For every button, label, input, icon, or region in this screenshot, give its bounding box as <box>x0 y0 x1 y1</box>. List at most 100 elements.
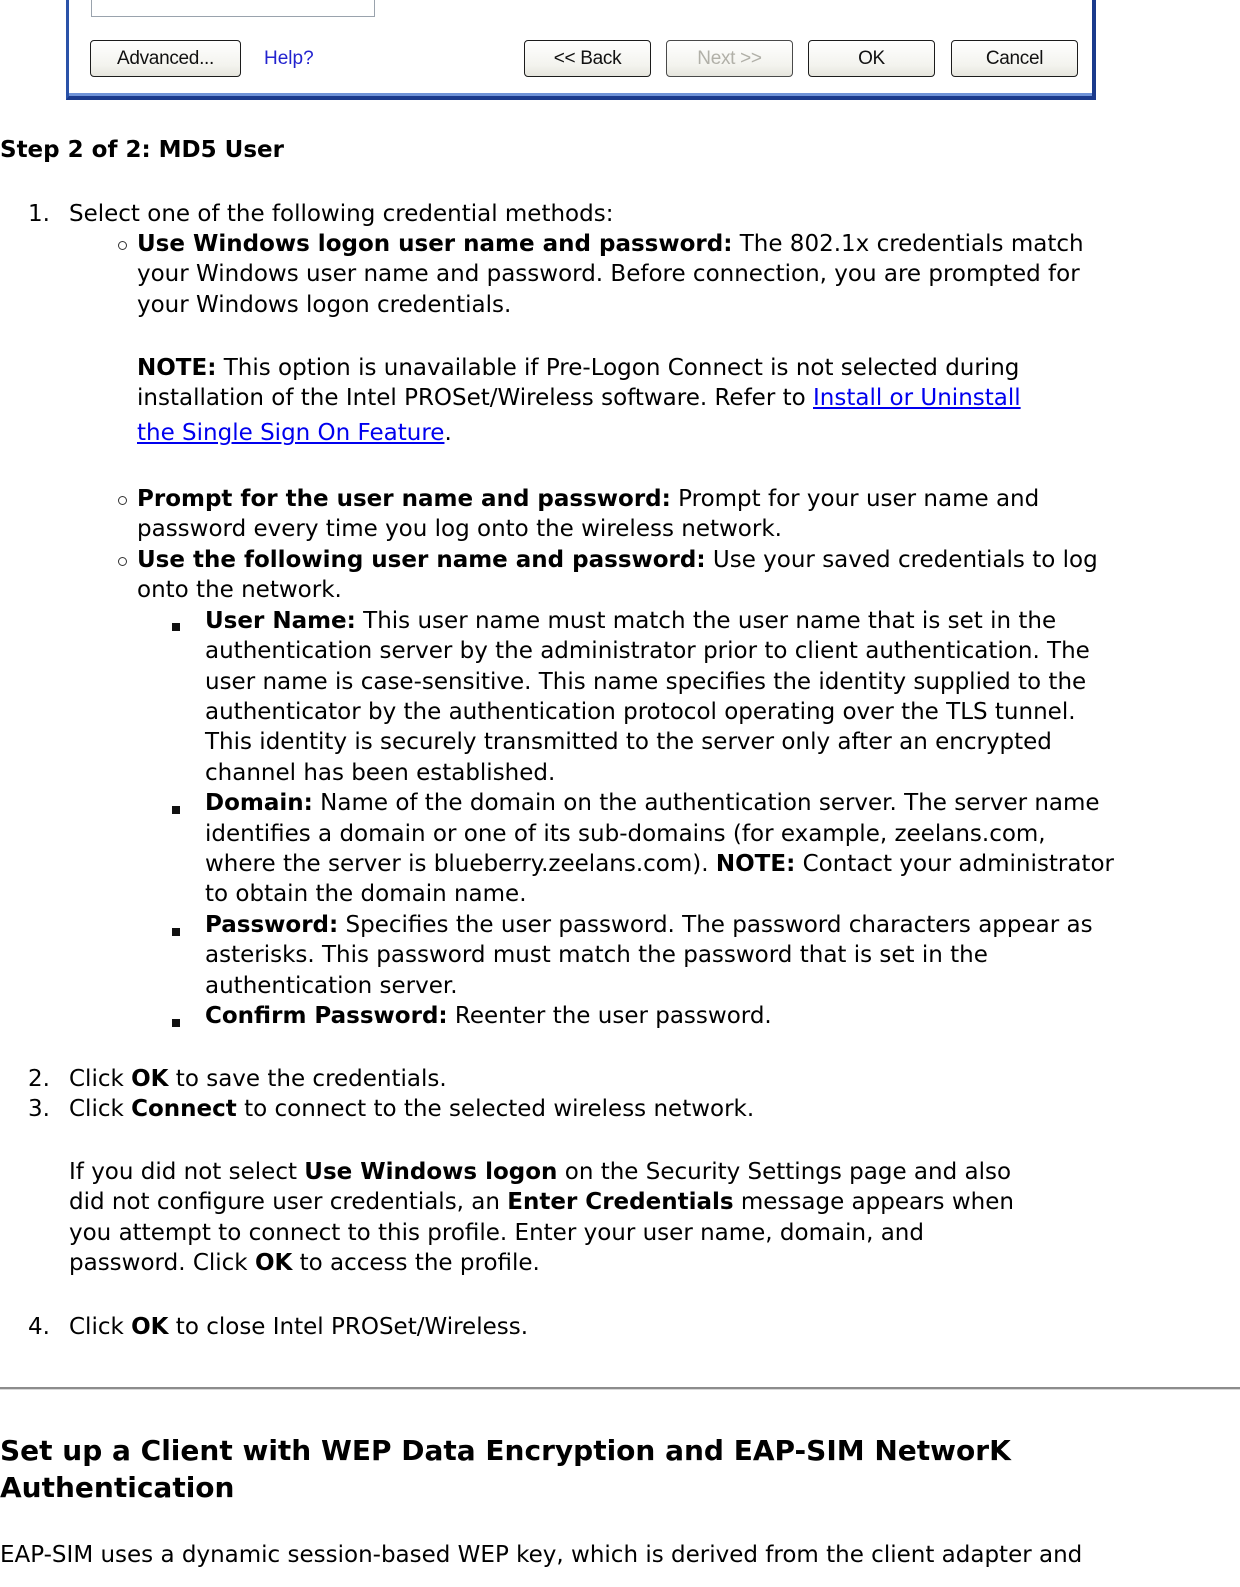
option-text: your Windows user name and password. Bef… <box>137 261 1080 287</box>
note-bold: Use Windows logon <box>304 1159 558 1185</box>
install-sso-link-cont[interactable]: the Single Sign On Feature <box>137 420 444 446</box>
section-heading-line: Set up a Client with WEP Data Encryption… <box>0 1434 1011 1467</box>
option-label: Use the following user name and password… <box>137 547 706 573</box>
field-text: asterisks. This password must match the … <box>205 942 988 968</box>
square-bullet-icon <box>172 928 180 936</box>
note: installation of the Intel PROSet/Wireles… <box>137 383 1021 413</box>
option-label: Prompt for the user name and password: <box>137 486 671 512</box>
step-number: 2. <box>28 1066 50 1092</box>
field-text: authentication server by the administrat… <box>205 638 1090 664</box>
note-text: did not configure user credentials, an <box>69 1189 508 1215</box>
help-link[interactable]: Help? <box>264 48 314 70</box>
step-text: Click Connect to connect to the selected… <box>69 1094 754 1124</box>
option-text: Prompt for your user name and <box>670 486 1040 512</box>
square-bullet-icon <box>172 806 180 814</box>
circle-bullet-icon <box>118 496 127 505</box>
step-heading: Step 2 of 2: MD5 User <box>0 137 284 163</box>
field-text: Reenter the user password. <box>447 1003 772 1029</box>
step-text-part: Click <box>69 1066 132 1092</box>
field-text: Contact your administrator <box>795 851 1114 877</box>
step-text-part: Click <box>69 1314 132 1340</box>
note-label: NOTE: <box>137 355 217 381</box>
ok-button-label: OK <box>858 47 885 69</box>
next-button[interactable]: Next >> <box>666 40 793 77</box>
list-box[interactable] <box>91 0 375 17</box>
field-label: Password: <box>205 912 339 938</box>
section-divider <box>0 1387 1240 1390</box>
install-sso-link[interactable]: Install or Uninstall <box>813 385 1021 411</box>
field-label: User Name: <box>205 608 356 634</box>
step-number: 1. <box>28 201 50 227</box>
back-button[interactable]: << Back <box>524 40 651 77</box>
option-text: The 802.1x credentials match <box>732 231 1084 257</box>
cancel-button-label: Cancel <box>985 47 1044 69</box>
field-text: where the server is blueberry.zeelans.co… <box>205 851 716 877</box>
note-text: installation of the Intel PROSet/Wireles… <box>137 385 813 411</box>
ok-button[interactable]: OK <box>808 40 935 77</box>
step-text-bold: OK <box>131 1314 169 1340</box>
field-text: to obtain the domain name. <box>205 881 527 907</box>
step-note: password. Click OK to access the profile… <box>69 1248 540 1278</box>
note-text: message appears when <box>733 1189 1014 1215</box>
circle-bullet-icon <box>118 557 127 566</box>
field-text: Name of the domain on the authentication… <box>312 790 1100 816</box>
dialog-window: Advanced... Help? << Back Next >> OK Can… <box>66 0 1096 100</box>
step-note: did not configure user credentials, an E… <box>69 1187 1014 1217</box>
step-text-part: Click <box>69 1096 132 1122</box>
step-note: you attempt to connect to this profile. … <box>69 1220 924 1246</box>
note-bold: OK <box>254 1250 293 1276</box>
note-text: to access the profile. <box>292 1250 540 1276</box>
field-label: Domain: <box>205 790 313 816</box>
option-text: onto the network. <box>137 577 342 603</box>
option-prompt: Prompt for the user name and password: P… <box>137 484 1039 514</box>
note-bold: Enter Credentials <box>507 1189 734 1215</box>
note: the Single Sign On Feature. <box>137 418 452 448</box>
note-text: This option is unavailable if Pre-Logon … <box>216 355 1020 381</box>
step-text-part: to save the credentials. <box>168 1066 447 1092</box>
section-heading: Set up a Client with WEP Data Encryption… <box>0 1432 1011 1506</box>
square-bullet-icon <box>172 623 180 631</box>
step-text-part: to connect to the selected wireless netw… <box>236 1096 755 1122</box>
section-heading-line: Authentication <box>0 1471 235 1504</box>
step-number: 4. <box>28 1314 50 1340</box>
field-text: where the server is blueberry.zeelans.co… <box>205 849 1114 879</box>
step-number: 3. <box>28 1096 50 1122</box>
note-text: If you did not select <box>69 1159 305 1185</box>
option-saved: Use the following user name and password… <box>137 545 1098 575</box>
field-domain: Domain: Name of the domain on the authen… <box>205 788 1100 818</box>
advanced-button[interactable]: Advanced... <box>90 40 241 77</box>
field-label: Confirm Password: <box>205 1003 448 1029</box>
option-label: Use Windows logon user name and password… <box>137 231 733 257</box>
step-text: Click OK to close Intel PROSet/Wireless. <box>69 1312 528 1342</box>
field-text: user name is case-sensitive. This name s… <box>205 669 1087 695</box>
next-button-label: Next >> <box>697 47 762 69</box>
field-text: authentication server. <box>205 973 458 999</box>
field-user-name: User Name: This user name must match the… <box>205 606 1056 636</box>
square-bullet-icon <box>172 1019 180 1027</box>
note-text: on the Security Settings page and also <box>557 1159 1012 1185</box>
field-text: authenticator by the authentication prot… <box>205 699 1076 725</box>
note: NOTE: This option is unavailable if Pre-… <box>137 353 1019 383</box>
section-intro: EAP-SIM uses a dynamic session-based WEP… <box>0 1542 1083 1568</box>
option-text: password every time you log onto the wir… <box>137 516 782 542</box>
field-text: This identity is securely transmitted to… <box>205 729 1052 755</box>
note-text: password. Click <box>69 1250 255 1276</box>
step-text-bold: OK <box>131 1066 169 1092</box>
field-password: Password: Specifies the user password. T… <box>205 910 1093 940</box>
dialog-border <box>69 93 1092 96</box>
step-text-bold: Connect <box>131 1096 237 1122</box>
field-text: channel has been established. <box>205 760 556 786</box>
back-button-label: << Back <box>553 47 622 69</box>
field-text: identifies a domain or one of its sub-do… <box>205 821 1046 847</box>
step-text: Select one of the following credential m… <box>69 201 614 227</box>
note-text: . <box>444 420 452 446</box>
circle-bullet-icon <box>118 241 127 250</box>
field-text: Specifies the user password. The passwor… <box>338 912 1093 938</box>
field-confirm-password: Confirm Password: Reenter the user passw… <box>205 1001 772 1031</box>
note-label: NOTE: <box>715 851 796 877</box>
option-windows-logon: Use Windows logon user name and password… <box>137 229 1084 259</box>
cancel-button[interactable]: Cancel <box>951 40 1078 77</box>
advanced-button-label: Advanced... <box>116 47 215 69</box>
option-text: Use your saved credentials to log <box>705 547 1098 573</box>
step-text: Click OK to save the credentials. <box>69 1064 447 1094</box>
